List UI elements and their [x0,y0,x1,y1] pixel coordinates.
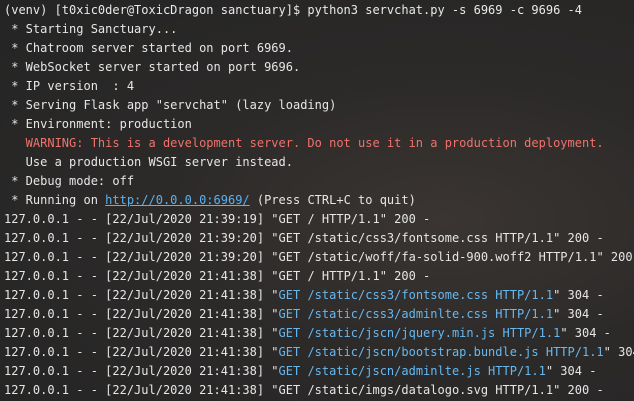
log-prefix: 127.0.0.1 - - [22/Jul/2020 21:41:38] " [4,269,279,283]
log-request: GET /static/css3/adminlte.css HTTP/1.1 [278,307,554,321]
log-request: GET / HTTP/1.1 [278,212,380,226]
log-prefix: 127.0.0.1 - - [22/Jul/2020 21:41:38] " [4,307,279,321]
log-prefix: 127.0.0.1 - - [22/Jul/2020 21:41:38] " [4,345,279,359]
log-prefix: 127.0.0.1 - - [22/Jul/2020 21:39:20] " [4,250,279,264]
log-request: GET /static/css3/fontsome.css HTTP/1.1 [278,288,554,302]
log-line: 127.0.0.1 - - [22/Jul/2020 21:41:38] "GE… [4,362,634,381]
log-prefix: 127.0.0.1 - - [22/Jul/2020 21:41:38] " [4,383,279,397]
log-request: GET /static/jscn/adminlte.js HTTP/1.1 [278,364,546,378]
log-line: 127.0.0.1 - - [22/Jul/2020 21:41:38] "GE… [4,267,634,286]
log-line: 127.0.0.1 - - [22/Jul/2020 21:39:19] "GE… [4,210,634,229]
request-log: 127.0.0.1 - - [22/Jul/2020 21:39:19] "GE… [4,210,634,400]
log-request: GET /static/woff/fa-solid-900.woff2 HTTP… [278,250,597,264]
log-request: GET /static/jscn/jquery.min.js HTTP/1.1 [278,326,561,340]
debug-mode-line: * Debug mode: off [4,174,135,188]
log-prefix: 127.0.0.1 - - [22/Jul/2020 21:39:20] " [4,231,279,245]
log-line: 127.0.0.1 - - [22/Jul/2020 21:41:38] "GE… [4,381,634,400]
log-suffix: " 304 - [553,288,604,302]
running-prefix: * Running on [4,193,106,207]
log-prefix: 127.0.0.1 - - [22/Jul/2020 21:41:38] " [4,364,279,378]
log-request: GET /static/css3/fontsome.css HTTP/1.1 [278,231,554,245]
log-suffix: " 304 - [553,307,604,321]
wsgi-note-line: Use a production WSGI server instead. [4,155,293,169]
warning-line: WARNING: This is a development server. D… [4,136,604,150]
log-prefix: 127.0.0.1 - - [22/Jul/2020 21:41:38] " [4,288,279,302]
server-url-link[interactable]: http://0.0.0.0:6969/ [105,193,250,207]
startup-line: * Chatroom server started on port 6969. [4,41,293,55]
log-request: GET /static/imgs/datalogo.svg HTTP/1.1 [278,383,554,397]
log-line: 127.0.0.1 - - [22/Jul/2020 21:39:20] "GE… [4,248,634,267]
log-line: 127.0.0.1 - - [22/Jul/2020 21:41:38] "GE… [4,343,634,362]
running-on-line: * Running on http://0.0.0.0:6969/ (Press… [4,191,634,210]
log-line: 127.0.0.1 - - [22/Jul/2020 21:41:38] "GE… [4,286,634,305]
running-suffix: (Press CTRL+C to quit) [249,193,416,207]
log-line: 127.0.0.1 - - [22/Jul/2020 21:41:38] "GE… [4,305,634,324]
command-prompt-line: (venv) [t0xic0der@ToxicDragon sanctuary]… [4,3,582,17]
log-prefix: 127.0.0.1 - - [22/Jul/2020 21:39:19] " [4,212,279,226]
log-suffix: " 200 - [553,231,604,245]
startup-line: * WebSocket server started on port 9696. [4,60,301,74]
terminal-window[interactable]: (venv) [t0xic0der@ToxicDragon sanctuary]… [0,0,634,401]
log-suffix: " 200 - [553,383,604,397]
startup-line: * Starting Sanctuary... [4,22,178,36]
startup-line: * Serving Flask app "servchat" (lazy loa… [4,98,337,112]
log-suffix: " 304 - [560,326,611,340]
log-suffix: " 200 - [596,250,633,264]
log-line: 127.0.0.1 - - [22/Jul/2020 21:39:20] "GE… [4,229,634,248]
log-suffix: " 304 - [545,364,597,378]
startup-line: * IP version : 4 [4,79,135,93]
log-suffix: " 200 - [379,212,431,226]
log-suffix: " 200 - [379,269,431,283]
log-prefix: 127.0.0.1 - - [22/Jul/2020 21:41:38] " [4,326,279,340]
log-suffix: " 304 - [603,345,634,359]
log-line: 127.0.0.1 - - [22/Jul/2020 21:41:38] "GE… [4,324,634,343]
startup-line: * Environment: production [4,117,192,131]
log-request: GET / HTTP/1.1 [278,269,380,283]
log-request: GET /static/jscn/bootstrap.bundle.js HTT… [278,345,604,359]
